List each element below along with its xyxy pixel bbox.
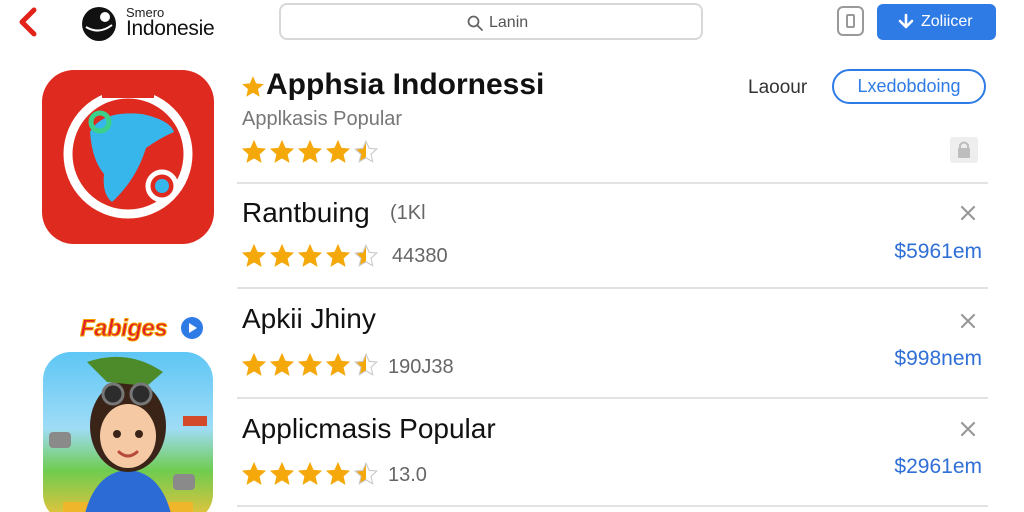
star-icon	[241, 139, 267, 163]
phone-icon[interactable]	[837, 6, 864, 36]
app-icon[interactable]	[42, 70, 214, 244]
star-icon	[269, 139, 295, 163]
featured-app-subtitle: Applkasis Popular	[242, 108, 403, 130]
star-icon	[241, 461, 267, 485]
list-item-title[interactable]: Rantbuing	[242, 197, 370, 229]
star-icon	[297, 461, 323, 485]
star-icon	[353, 352, 379, 376]
search-icon	[467, 15, 483, 31]
game-app-icon[interactable]	[43, 352, 213, 512]
promo-badge: Fabiges	[79, 312, 210, 346]
divider	[237, 287, 988, 289]
star-icon	[325, 461, 351, 485]
featured-app-title[interactable]: Apphsia Indornessi	[266, 68, 544, 102]
promo-label: Fabiges	[79, 315, 168, 343]
star-icon	[269, 461, 295, 485]
download-icon	[897, 13, 915, 31]
list-item-title[interactable]: Applicmasis Popular	[242, 413, 496, 445]
list-item-rating	[241, 461, 379, 487]
star-icon	[241, 352, 267, 376]
close-icon[interactable]	[958, 311, 978, 331]
top-bar: Smero Indonesie Lanin Zoliicer	[0, 0, 1024, 46]
list-item-title[interactable]: Apkii Jhiny	[242, 303, 376, 335]
divider	[237, 397, 988, 399]
featured-link[interactable]: Laoour	[748, 77, 807, 99]
download-label: Zoliicer	[921, 13, 973, 30]
star-icon	[241, 243, 267, 267]
star-icon	[353, 243, 379, 267]
list-item-tag: (1Kl	[390, 202, 426, 224]
star-icon	[325, 352, 351, 376]
star-icon	[269, 243, 295, 267]
star-icon	[297, 352, 323, 376]
list-item-count: 190J38	[388, 356, 454, 378]
brand[interactable]: Smero Indonesie	[80, 3, 220, 41]
close-icon[interactable]	[958, 419, 978, 439]
divider	[237, 505, 988, 507]
list-item-price[interactable]: $2961em	[894, 455, 982, 479]
search-placeholder: Lanin	[489, 14, 529, 31]
download-button[interactable]: Zoliicer	[877, 4, 996, 40]
featured-action-button[interactable]: Lxedobdoing	[832, 69, 986, 104]
featured-star-icon	[240, 74, 266, 100]
list-item-price[interactable]: $998nem	[894, 347, 982, 371]
list-item-count: 44380	[392, 245, 448, 267]
star-icon	[297, 243, 323, 267]
search-input[interactable]: Lanin	[279, 3, 703, 40]
star-icon	[325, 139, 351, 163]
star-icon	[325, 243, 351, 267]
brand-logo-icon	[80, 5, 118, 43]
star-icon	[353, 461, 379, 485]
star-icon	[269, 352, 295, 376]
back-arrow-icon[interactable]	[14, 6, 44, 38]
list-item-price[interactable]: $5961em	[894, 240, 982, 264]
play-icon	[180, 316, 204, 340]
list-item-rating	[241, 352, 379, 378]
list-item-count: 13.0	[388, 464, 427, 486]
divider	[237, 182, 988, 184]
star-icon	[353, 139, 379, 163]
star-icon	[297, 139, 323, 163]
lock-icon[interactable]	[949, 136, 979, 164]
featured-rating	[241, 139, 379, 165]
list-item-rating	[241, 243, 379, 269]
brand-name: Indonesie	[126, 17, 215, 40]
close-icon[interactable]	[958, 203, 978, 223]
